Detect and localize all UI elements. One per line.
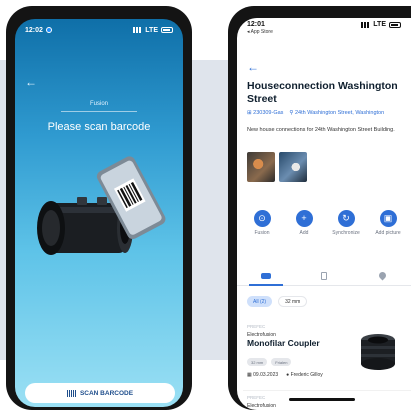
item-user: ● Frederic Gilloy [286,372,323,378]
screen-header-label: Fusion [89,101,108,107]
status-bar: 12:01 LTE ◂ App Store [237,18,411,42]
project-address[interactable]: ⚲ 24th Washington Street, Washington [289,110,384,116]
tab-documents[interactable] [295,266,353,285]
project-meta: ⊞ 230309-Gas ⚲ 24th Washington Street, W… [247,110,407,116]
scan-instruction: Please scan barcode [47,121,151,133]
back-arrow-icon[interactable]: ← [25,75,37,89]
sync-icon: ↻ [337,210,355,227]
fusion-icon: ⊙ [253,210,271,227]
action-label: Fusion [254,230,270,236]
document-tab-icon [321,271,327,280]
tab-fittings[interactable] [237,266,295,286]
action-label: Add [299,230,309,236]
plus-icon: + [295,210,313,227]
item-category: Electrofusion [247,403,276,409]
item-code: PREFEC [247,324,266,329]
photo-strip [247,152,307,182]
project-id: ⊞ 230309-Gas [247,110,284,116]
scan-barcode-label: SCAN BARCODE [79,389,134,397]
filter-chips: All (2) 32 mm [247,296,308,307]
fusion-action-button[interactable]: ⊙ Fusion [245,210,279,236]
action-row: ⊙ Fusion + Add ↻ Synchronize ▣ Add pictu… [245,210,405,236]
phone-left: 12:02 LTE ← Fusion Please scan barcode S… [6,6,192,410]
site-photo[interactable] [247,152,275,182]
filter-chip-size[interactable]: 32 mm [278,296,308,307]
add-picture-action-button[interactable]: ▣ Add picture [371,210,405,236]
detail-tabs [237,266,411,286]
fittings-tab-icon [261,272,271,279]
signal-icon [361,21,371,28]
battery-icon [161,27,173,33]
location-tab-icon [377,270,387,281]
back-arrow-icon[interactable]: ← [247,60,259,74]
project-description: New house connections for 24th Washingto… [247,127,395,133]
phone-right: 12:01 LTE ◂ App Store ← Houseconnection … [228,6,411,410]
scan-illustration [37,156,166,255]
scan-screen: 12:02 LTE ← Fusion Please scan barcode S… [15,19,183,407]
status-bar: 12:02 LTE [15,19,183,41]
badge-diameter: 32 mm [247,358,268,366]
header-divider [61,111,137,112]
network-label: LTE [145,26,158,34]
item-footer: ▦ 09.03.2023 ● Frederic Gilloy [247,372,323,378]
location-indicator-icon [45,27,52,33]
filter-chip-all[interactable]: All (2) [247,296,273,307]
signal-icon [133,27,143,33]
item-badges: 32 mm Frialen [247,358,292,366]
scan-barcode-button[interactable]: SCAN BARCODE [25,383,175,403]
fitting-card[interactable]: PREFEC Electrofusion Monofilar Coupler 3… [243,320,411,386]
back-to-app-store-link[interactable]: ◂ App Store [247,29,401,35]
item-name: Monofilar Coupler [247,338,320,348]
tab-location[interactable] [353,266,411,285]
project-screen: 12:01 LTE ◂ App Store ← Houseconnection … [237,18,411,410]
battery-icon [389,21,401,28]
barcode-icon [66,389,76,397]
picture-icon: ▣ [379,210,397,227]
item-date: ▦ 09.03.2023 [247,372,279,378]
action-label: Synchronize [332,230,360,236]
coupler-thumbnail [361,334,395,370]
site-photo[interactable] [279,152,307,182]
network-label: LTE [373,21,386,28]
status-time: 12:02 [25,26,43,34]
status-time: 12:01 [247,21,265,28]
add-action-button[interactable]: + Add [287,210,321,236]
project-title: Houseconnection Washington Street [247,80,398,105]
action-label: Add picture [375,230,401,236]
badge-brand: Frialen [271,358,292,366]
synchronize-action-button[interactable]: ↻ Synchronize [329,210,363,236]
item-code: PREFEC [247,395,266,400]
home-indicator [289,398,355,401]
